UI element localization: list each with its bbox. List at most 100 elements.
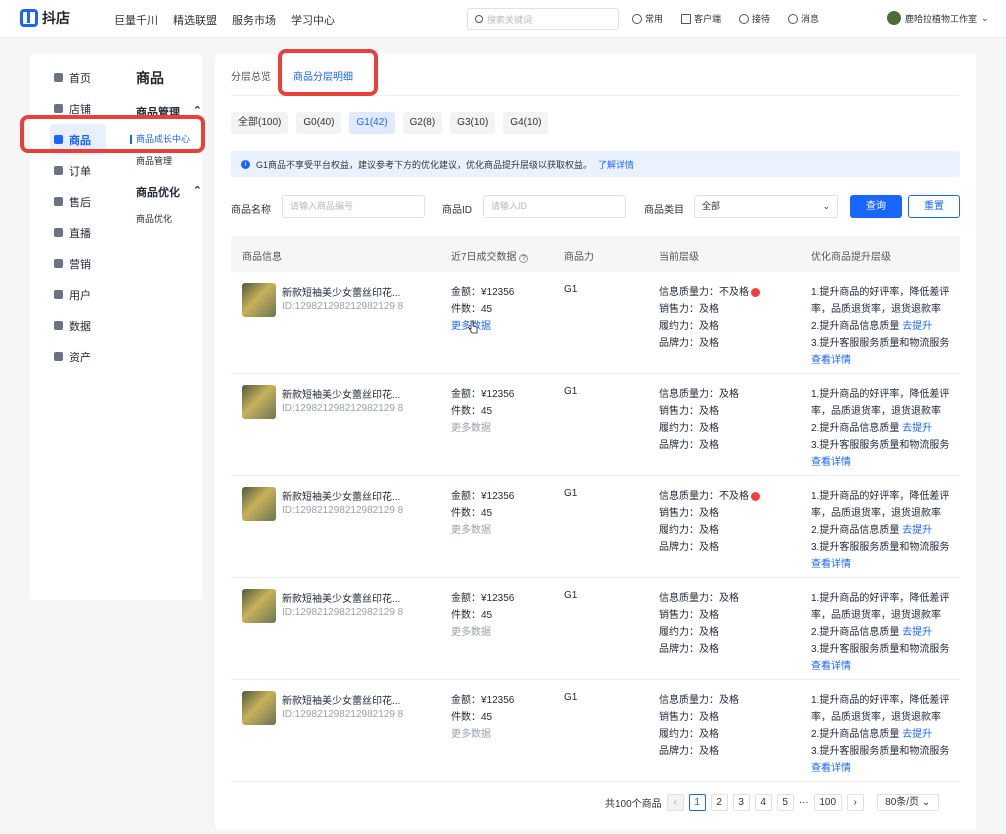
more-data-link[interactable]: 更多数据 — [451, 624, 514, 641]
search-input[interactable]: 搜索关键词 — [467, 8, 619, 30]
more-data-link[interactable]: 更多数据 — [451, 420, 514, 437]
product-name[interactable]: 新款短袖美少女蕾丝印花... — [282, 590, 400, 605]
product-name[interactable]: 新款短袖美少女蕾丝印花... — [282, 692, 400, 707]
sidebar-item-label: 资产 — [69, 351, 91, 364]
more-data-link[interactable]: 更多数据 — [451, 318, 514, 335]
tab-overview[interactable]: 分层总览 — [231, 68, 271, 95]
tip-2: 2.提升商品信息质量 — [811, 525, 900, 536]
prev-page-button[interactable]: ‹ — [666, 794, 684, 811]
tip-1: 1.提升商品的好评率，降低差评率，品质退货率，退货退款率 — [811, 695, 950, 723]
brand-power: 品牌力：及格 — [659, 542, 719, 553]
product-thumbnail[interactable] — [242, 589, 276, 623]
top-nav: 巨量千川 精选联盟 服务市场 学习中心 — [114, 12, 335, 28]
notice-text: G1商品不享受平台权益，建议参考下方的优化建议，优化商品提升层级以获取权益。 — [256, 159, 593, 170]
product-thumbnail[interactable] — [242, 283, 276, 317]
sales-power: 销售力：及格 — [659, 304, 719, 315]
tip-3: 3.提升客服服务质量和物流服务 — [811, 338, 950, 349]
hand-cursor-icon — [468, 320, 478, 334]
page-button[interactable]: 4 — [754, 794, 772, 811]
table-header: 商品信息 近7日成交数据 ? 商品力 当前层级 优化商品提升层级 — [231, 236, 960, 272]
main-menu: 首页 店铺 商品 订单 售后 直播 营销 用户 数据 资产 — [50, 62, 106, 372]
chip-g4[interactable]: G4(10) — [503, 112, 549, 134]
tip-2: 2.提升商品信息质量 — [811, 321, 900, 332]
table-row: 新款短袖美少女蕾丝印花... ID:129821298212982129 8 金额：… — [231, 272, 960, 374]
product-name-input[interactable]: 请输入商品编号 — [282, 195, 425, 218]
view-detail-link[interactable]: 查看详情 — [811, 760, 951, 777]
more-data-link[interactable]: 更多数据 — [451, 522, 514, 539]
sidebar-item-live[interactable]: 直播 — [52, 217, 106, 248]
view-detail-link[interactable]: 查看详情 — [811, 556, 951, 573]
improve-link[interactable]: 去提升 — [902, 729, 932, 740]
notice-link[interactable]: 了解详情 — [598, 158, 634, 171]
improve-link[interactable]: 去提升 — [902, 423, 932, 434]
product-name[interactable]: 新款短袖美少女蕾丝印花... — [282, 386, 400, 401]
improve-link[interactable]: 去提升 — [902, 321, 932, 332]
info-quality: 信息质量力：不及格 — [659, 491, 749, 502]
page-button[interactable]: 1 — [688, 794, 706, 811]
tool-frequent[interactable]: 常用 — [632, 12, 663, 25]
product-id-input[interactable]: 请输入ID — [483, 195, 626, 218]
nav-item[interactable]: 巨量千川 — [114, 12, 158, 28]
category-value: 全部 — [702, 201, 721, 211]
logo[interactable]: 抖店 — [20, 8, 70, 28]
view-detail-link[interactable]: 查看详情 — [811, 352, 951, 369]
notice-bar: i G1商品不享受平台权益，建议参考下方的优化建议，优化商品提升层级以获取权益。了… — [231, 151, 960, 177]
tool-reception[interactable]: 接待 — [739, 12, 770, 25]
product-thumbnail[interactable] — [242, 691, 276, 725]
product-name[interactable]: 新款短袖美少女蕾丝印花... — [282, 488, 400, 503]
query-button[interactable]: 查询 — [850, 195, 902, 218]
next-page-button[interactable]: › — [846, 794, 864, 811]
chip-g3[interactable]: G3(10) — [450, 112, 496, 134]
nav-item[interactable]: 精选联盟 — [173, 12, 217, 28]
table-row: 新款短袖美少女蕾丝印花... ID:129821298212982129 8 金额：… — [231, 578, 960, 680]
sidebar-item-asset[interactable]: 资产 — [52, 341, 106, 372]
sidebar-item-marketing[interactable]: 营销 — [52, 248, 106, 279]
page-size-select[interactable]: 80条/页 ⌄ — [876, 794, 939, 811]
sidebar-item-data[interactable]: 数据 — [52, 310, 106, 341]
view-detail-link[interactable]: 查看详情 — [811, 454, 951, 471]
home-icon — [54, 73, 63, 82]
page-button[interactable]: 5 — [776, 794, 794, 811]
reset-button[interactable]: 重置 — [908, 195, 960, 218]
nav-item[interactable]: 服务市场 — [232, 12, 276, 28]
logo-text: 抖店 — [42, 10, 70, 26]
submenu-group[interactable]: 商品优化 ⌃ — [136, 184, 202, 200]
sales-count: 件数：45 — [451, 508, 493, 519]
sidebar-item-order[interactable]: 订单 — [52, 155, 106, 186]
fulfill-power: 履约力：及格 — [659, 729, 719, 740]
product-thumbnail[interactable] — [242, 385, 276, 419]
sidebar-item-after-sale[interactable]: 售后 — [52, 186, 106, 217]
nav-item[interactable]: 学习中心 — [291, 12, 335, 28]
sidebar-item-label: 售后 — [69, 196, 91, 209]
clock-icon — [632, 13, 642, 24]
page-button[interactable]: 2 — [710, 794, 728, 811]
view-detail-link[interactable]: 查看详情 — [811, 658, 951, 675]
tool-message[interactable]: 消息 — [788, 12, 819, 25]
product-thumbnail[interactable] — [242, 487, 276, 521]
chip-g1[interactable]: G1(42) — [349, 112, 395, 134]
chip-all[interactable]: 全部(100) — [231, 112, 289, 134]
pagination: 共100个商品 ‹ 1 2 3 4 5 ··· 100 › 80条/页 ⌄ — [605, 794, 939, 811]
avatar — [887, 11, 901, 25]
category-select[interactable]: 全部 ⌄ — [694, 195, 838, 218]
submenu-item-optimize[interactable]: 商品优化 — [136, 208, 202, 230]
level-filter: 全部(100) G0(40) G1(42) G2(8) G3(10) G4(10… — [231, 112, 549, 134]
user-menu[interactable]: 鹿哈拉植物工作室 ⌄ — [887, 11, 989, 25]
page-size-value: 80条/页 — [885, 797, 920, 808]
page-button[interactable]: 3 — [732, 794, 750, 811]
improve-link[interactable]: 去提升 — [902, 627, 932, 638]
sidebar-item-user[interactable]: 用户 — [52, 279, 106, 310]
help-icon[interactable]: ? — [519, 254, 529, 263]
submenu-item-manage[interactable]: 商品管理 — [136, 150, 202, 172]
improve-link[interactable]: 去提升 — [902, 525, 932, 536]
product-name[interactable]: 新款短袖美少女蕾丝印花... — [282, 284, 400, 299]
page-button[interactable]: 100 — [813, 794, 842, 811]
more-data-link[interactable]: 更多数据 — [451, 726, 514, 743]
info-quality: 信息质量力：及格 — [659, 593, 739, 604]
chip-g2[interactable]: G2(8) — [402, 112, 443, 134]
tool-client[interactable]: 客户端 — [681, 12, 721, 25]
highlight-box — [20, 115, 205, 153]
chip-g0[interactable]: G0(40) — [296, 112, 342, 134]
info-quality: 信息质量力：不及格 — [659, 287, 749, 298]
sidebar-item-home[interactable]: 首页 — [52, 62, 106, 93]
